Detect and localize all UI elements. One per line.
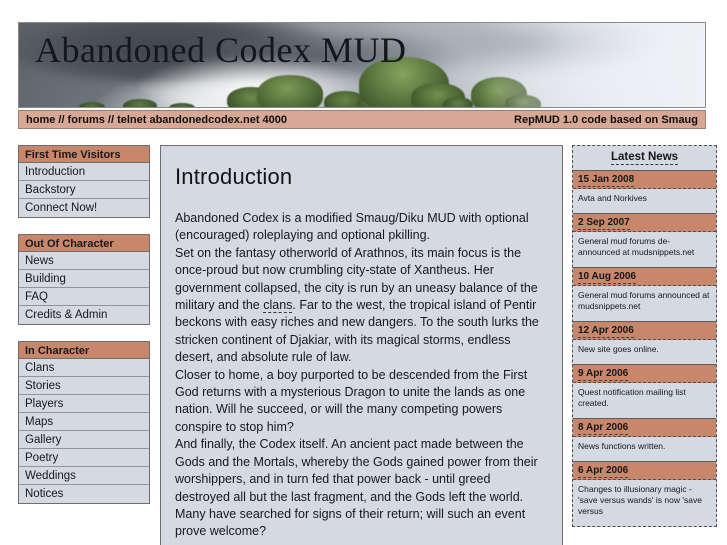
menu-block-in-character: In Character Clans Stories Players Maps …	[18, 341, 150, 504]
sidebar-item-credits-admin[interactable]: Credits & Admin	[19, 306, 149, 324]
tree-shape	[257, 75, 323, 107]
sidebar-item-notices[interactable]: Notices	[19, 485, 149, 503]
tree-shape	[123, 99, 157, 107]
news-date: 9 Apr 2006	[573, 364, 716, 383]
menu-block-first-time-visitors: First Time Visitors Introduction Backsto…	[18, 145, 150, 218]
news-date-link[interactable]: 8 Apr 2006	[578, 422, 629, 435]
clans-link[interactable]: clans	[263, 298, 293, 314]
sidebar-item-poetry[interactable]: Poetry	[19, 449, 149, 467]
news-date: 6 Apr 2006	[573, 461, 716, 480]
site-banner-image: Abandoned Codex MUD	[18, 22, 706, 108]
news-date-link[interactable]: 2 Sep 2007	[578, 217, 630, 230]
news-item-text: Changes to illusionary magic - 'save ver…	[573, 480, 716, 526]
menu-block-out-of-character: Out Of Character News Building FAQ Credi…	[18, 234, 150, 325]
latest-news-link[interactable]: Latest News	[610, 151, 679, 165]
sidebar-item-news[interactable]: News	[19, 252, 149, 270]
site-title: Abandoned Codex MUD	[35, 30, 407, 70]
news-item-text: News functions written.	[573, 437, 716, 461]
latest-news-panel: Latest News 15 Jan 2008 Avta and Norkive…	[572, 145, 717, 527]
sidebar-item-maps[interactable]: Maps	[19, 413, 149, 431]
news-date-link[interactable]: 10 Aug 2006	[578, 271, 636, 284]
news-date: 2 Sep 2007	[573, 213, 716, 232]
sidebar-item-backstory[interactable]: Backstory	[19, 181, 149, 199]
sidebar-item-introduction[interactable]: Introduction	[19, 163, 149, 181]
sidebar-item-stories[interactable]: Stories	[19, 377, 149, 395]
left-sidebar: First Time Visitors Introduction Backsto…	[18, 145, 150, 520]
intro-paragraph: Abandoned Codex is a modified Smaug/Diku…	[175, 210, 548, 541]
page-root: Abandoned Codex MUD home // forums // te…	[0, 0, 727, 545]
sidebar-item-building[interactable]: Building	[19, 270, 149, 288]
sidebar-item-gallery[interactable]: Gallery	[19, 431, 149, 449]
sidebar-item-clans[interactable]: Clans	[19, 359, 149, 377]
intro-text-4: Closer to home, a boy purported to be de…	[175, 367, 528, 434]
sidebar-item-connect-now[interactable]: Connect Now!	[19, 199, 149, 217]
latest-news-title: Latest News	[573, 146, 716, 170]
sidebar-item-weddings[interactable]: Weddings	[19, 467, 149, 485]
news-date-link[interactable]: 15 Jan 2008	[578, 174, 635, 187]
news-item-text: New site goes online.	[573, 340, 716, 364]
intro-text-5: And finally, the Codex itself. An ancien…	[175, 437, 538, 539]
news-item-text: Quest notification mailing list created.	[573, 383, 716, 418]
top-navigation-bar: home // forums // telnet abandonedcodex.…	[18, 110, 706, 129]
news-date: 12 Apr 2006	[573, 321, 716, 340]
tree-shape	[169, 103, 195, 107]
tree-shape	[443, 97, 473, 107]
sidebar-item-players[interactable]: Players	[19, 395, 149, 413]
menu-heading: Out Of Character	[19, 235, 149, 252]
nav-links[interactable]: home // forums // telnet abandonedcodex.…	[26, 114, 287, 126]
main-content-panel: Introduction Abandoned Codex is a modifi…	[160, 145, 563, 545]
news-item-text: General mud forums de-announced at mudsn…	[573, 232, 716, 267]
page-title: Introduction	[175, 164, 293, 189]
news-date: 15 Jan 2008	[573, 170, 716, 189]
news-date-link[interactable]: 9 Apr 2006	[578, 368, 629, 381]
news-date: 10 Aug 2006	[573, 267, 716, 286]
intro-text-1: Abandoned Codex is a modified Smaug/Diku…	[175, 211, 529, 243]
menu-heading: First Time Visitors	[19, 146, 149, 163]
news-item-text: General mud forums announced at mudsnipp…	[573, 286, 716, 321]
codebase-credit: RepMUD 1.0 code based on Smaug	[514, 113, 698, 126]
news-date: 8 Apr 2006	[573, 418, 716, 437]
news-item-text: Avta and Norkives	[573, 189, 716, 213]
tree-shape	[79, 102, 105, 107]
haze-overlay	[479, 23, 705, 107]
news-date-link[interactable]: 12 Apr 2006	[578, 325, 634, 338]
menu-heading: In Character	[19, 342, 149, 359]
news-date-link[interactable]: 6 Apr 2006	[578, 465, 629, 478]
sidebar-item-faq[interactable]: FAQ	[19, 288, 149, 306]
